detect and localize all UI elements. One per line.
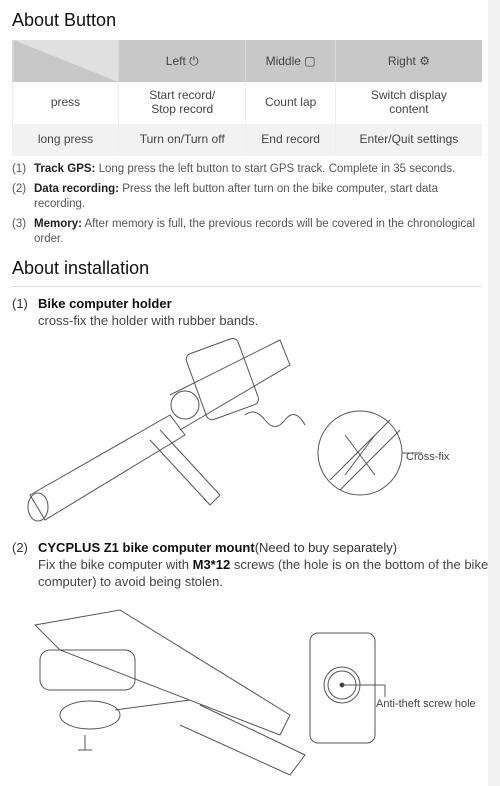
square-icon: ▢ [304,54,316,68]
divider [12,286,482,287]
note-item: (2) Data recording: Press the left button… [12,182,438,211]
table-cell: Switch display content [334,82,482,124]
mount-illustration [33,609,386,776]
step-2: (2) CYCPLUS Z1 bike computer mount(Need t… [12,540,489,589]
button-table: Left ⏻ Middle ▢ Right ⚙ press Start reco… [12,40,482,156]
note-item: (1) Track GPS: Long press the left button… [12,163,456,175]
about-button-heading: About Button [12,10,117,30]
header-middle: Middle ▢ [245,40,336,82]
table-cell: End record [245,124,336,156]
table-header-row: Left ⏻ Middle ▢ Right ⚙ [12,40,482,82]
table-row: press Start record/ Stop record Count la… [12,82,482,124]
table-cell: Turn on/Turn off [117,124,246,156]
row-action: press [12,82,119,124]
row-action: long press [12,124,119,156]
table-corner [12,40,119,82]
table-cell: Count lap [245,82,336,124]
gear-icon: ⚙ [419,54,430,68]
note-item: (3) Memory: After memory is full, the pre… [12,217,476,246]
anti-theft-label: Anti-theft screw hole [376,698,476,710]
table-row: long press Turn on/Turn off End record E… [12,124,482,156]
step-1: (1) Bike computer holder cross-fix the ho… [12,296,259,328]
power-icon: ⏻ [189,53,199,68]
header-left: Left ⏻ [117,40,246,82]
table-cell: Start record/ Stop record [117,82,246,124]
table-cell: Enter/Quit settings [334,124,482,156]
holder-illustration [27,338,422,522]
cross-fix-label: Cross-fix [406,451,450,463]
notes-list: (1) Track GPS: Long press the left button… [12,162,482,252]
about-installation-heading: About installation [12,258,150,278]
header-right: Right ⚙ [334,40,482,82]
page-edge [488,0,500,786]
